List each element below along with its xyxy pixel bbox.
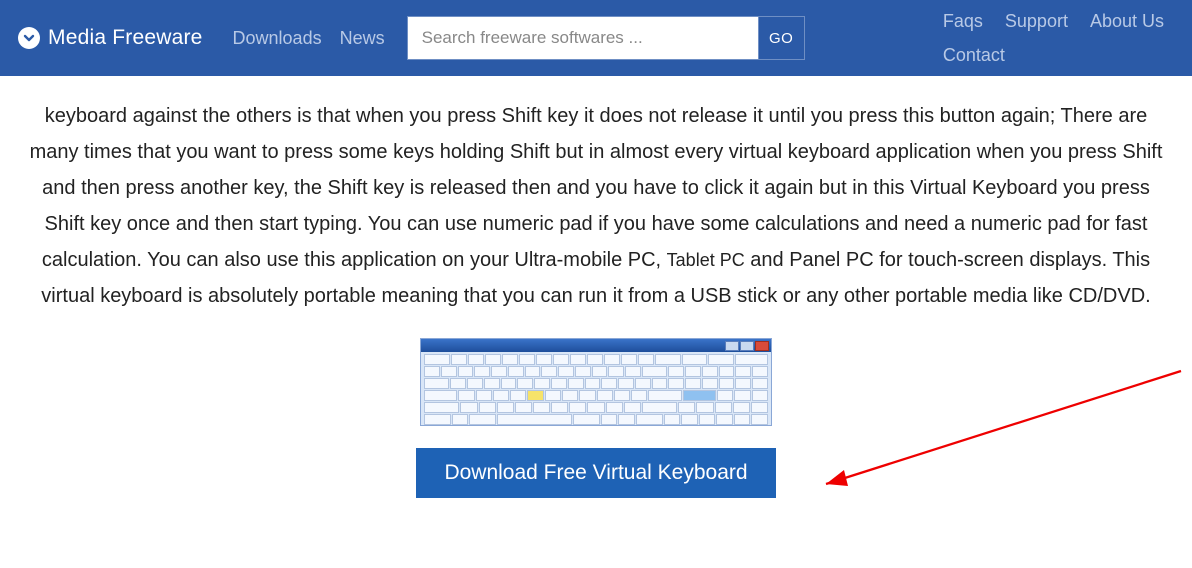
tablet-pc-term: Tablet PC (667, 250, 745, 270)
maximize-icon (740, 341, 754, 351)
description-pre: keyboard against the others is that when… (30, 105, 1163, 271)
nav-faqs[interactable]: Faqs (943, 4, 983, 38)
brand-name: Media Freeware (48, 26, 203, 50)
search-form: GO (407, 16, 805, 60)
main-content: keyboard against the others is that when… (0, 76, 1192, 528)
nav-contact[interactable]: Contact (943, 38, 1005, 72)
minimize-icon (725, 341, 739, 351)
search-go-button[interactable]: GO (758, 17, 804, 59)
nav-support[interactable]: Support (1005, 4, 1068, 38)
primary-nav: Downloads News (233, 28, 385, 49)
keyboard-body (421, 352, 771, 426)
product-screenshot (420, 338, 772, 426)
secondary-nav: Faqs Support About Us Contact (943, 4, 1164, 72)
product-description: keyboard against the others is that when… (24, 98, 1168, 314)
close-icon (755, 341, 769, 351)
search-input[interactable] (408, 17, 758, 59)
window-titlebar (421, 339, 771, 352)
nav-news[interactable]: News (340, 28, 385, 49)
nav-about-us[interactable]: About Us (1090, 4, 1164, 38)
nav-downloads[interactable]: Downloads (233, 28, 322, 49)
brand-logo[interactable]: Media Freeware (18, 26, 203, 50)
chevron-down-circle-icon (18, 27, 40, 49)
site-header: Media Freeware Downloads News GO Faqs Su… (0, 0, 1192, 76)
download-button[interactable]: Download Free Virtual Keyboard (416, 448, 775, 498)
